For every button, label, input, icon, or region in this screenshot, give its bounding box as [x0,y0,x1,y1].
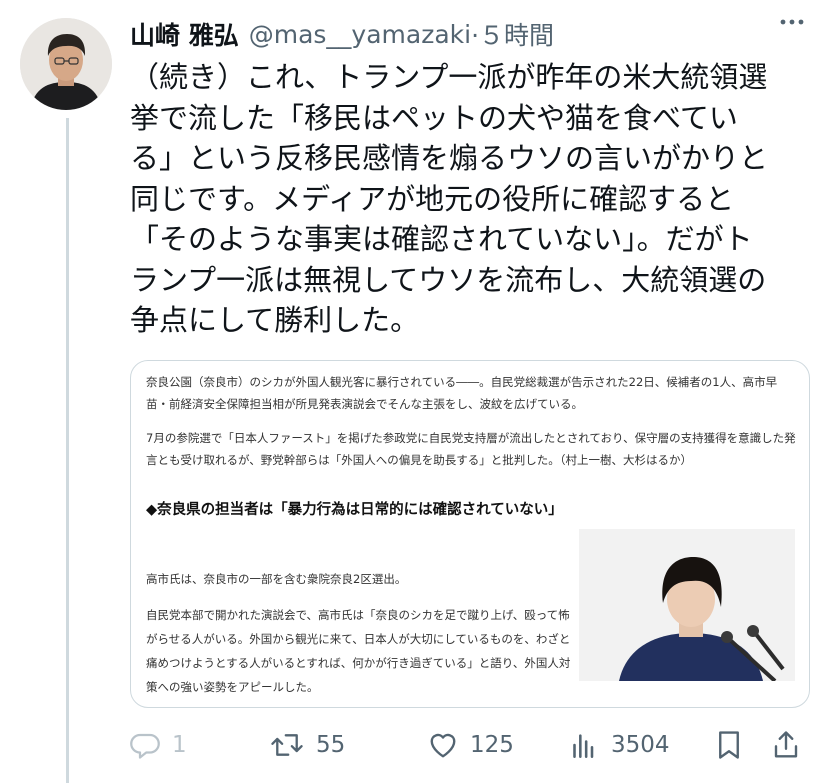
share-icon [772,730,800,760]
reply-count: 1 [172,732,187,758]
tweet-header: 山崎 雅弘 @mas__yamazaki ·５時間 [130,14,808,54]
article-column: 高市氏は、奈良市の一部を含む衆院奈良2区選出。 自民党本部で開かれた演説会で、高… [146,567,576,699]
views-button[interactable]: 3504 [571,731,716,759]
timestamp[interactable]: ·５時間 [471,16,554,52]
bookmark-button[interactable] [716,730,772,760]
article-paragraph: 高市氏は、奈良市の一部を含む衆院奈良2区選出。 [146,572,407,586]
like-icon [428,731,458,759]
article-subheading: ◆奈良県の担当者は「暴力行為は日常的には確認されていない」 [146,502,563,518]
author-handle[interactable]: @mas__yamazaki [249,20,471,49]
more-icon[interactable] [778,8,806,43]
view-count: 3504 [611,732,670,758]
article-paragraph: 自民党本部で開かれた演説会で、高市氏は「奈良のシカを足で蹴り上げ、殴って怖がらせ… [146,608,571,694]
avatar[interactable] [20,18,112,110]
article-photo [579,529,795,681]
article-paragraph: 奈良公園（奈良市）のシカが外国人観光客に暴行されている――。自民党総裁選が告示さ… [146,375,778,411]
action-bar: 1 55 125 3504 [130,722,810,768]
tweet-text: （続き）これ、トランプ一派が昨年の米大統領選 挙で流した「移民はペットの犬や猫を… [130,60,769,337]
retweet-button[interactable]: 55 [270,730,428,760]
retweet-icon [270,730,304,760]
avatar-portrait [20,18,112,110]
retweet-count: 55 [316,732,346,758]
like-count: 125 [470,732,514,758]
article-body: 奈良公園（奈良市）のシカが外国人観光客に暴行されている――。自民党総裁選が告示さ… [146,371,796,471]
thread-line [66,118,69,783]
reply-button[interactable]: 1 [130,730,270,760]
views-icon [571,731,599,759]
author-name[interactable]: 山崎 雅弘 [130,16,239,52]
share-button[interactable] [772,730,808,760]
reply-icon [130,730,160,760]
like-button[interactable]: 125 [428,731,571,759]
article-paragraph: 7月の参院選で「日本人ファースト」を掲げた参政党に自民党支持層が流出したとされて… [146,431,796,467]
article-card[interactable]: 奈良公園（奈良市）のシカが外国人観光客に暴行されている――。自民党総裁選が告示さ… [130,360,810,708]
bookmark-icon [716,730,742,760]
